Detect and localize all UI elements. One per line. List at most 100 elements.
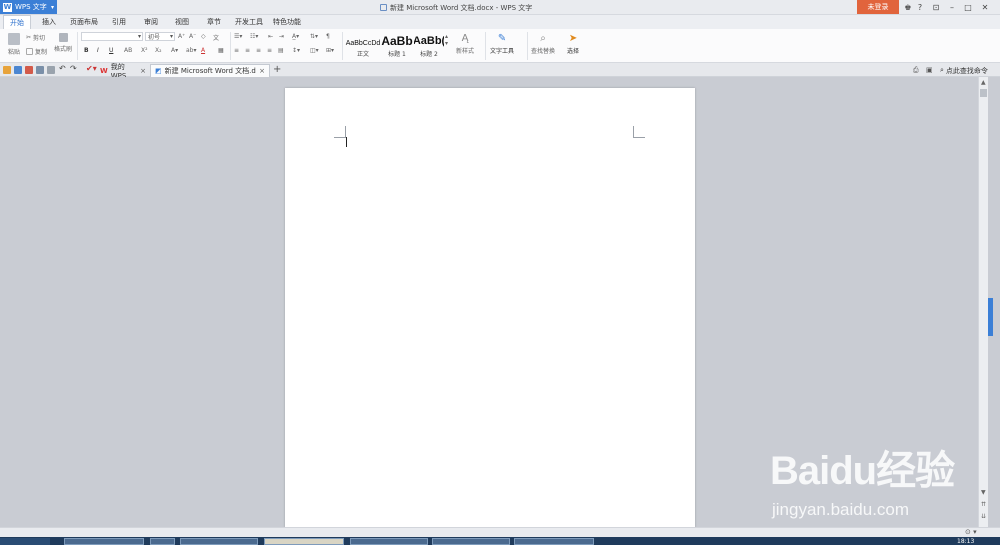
tab-document[interactable]: ◩ 新建 Microsoft Word 文档.docx × <box>150 64 270 77</box>
font-size-select[interactable]: 初号 ▾ <box>145 32 175 41</box>
tab-my-wps[interactable]: W 我的WPS × <box>96 63 150 80</box>
undo-icon[interactable]: ↶ <box>59 64 67 73</box>
margin-corner-top-right <box>633 126 645 138</box>
start-button[interactable] <box>0 538 50 545</box>
scissors-icon: ✂ <box>26 34 32 41</box>
decrease-indent-icon[interactable]: ⇤ <box>268 33 273 40</box>
side-panel-toggle[interactable] <box>988 298 993 336</box>
close-icon[interactable]: × <box>140 67 146 75</box>
strikethrough-button[interactable]: AB <box>124 47 132 54</box>
char-border-icon[interactable]: ▦ <box>218 47 224 54</box>
taskbar-item[interactable] <box>514 538 594 545</box>
wps-logo-icon: W <box>100 66 108 75</box>
bullet-list-icon[interactable]: ☰▾ <box>234 33 242 40</box>
vertical-scrollbar[interactable]: ▲ ▼ ⇈ ⇊ <box>978 77 988 527</box>
app-name: WPS 文字 <box>15 3 47 11</box>
highlight-icon[interactable]: ab▾ <box>186 47 197 54</box>
taskbar-item[interactable] <box>64 538 144 545</box>
align-right-icon[interactable]: ≡ <box>256 47 261 54</box>
paste-button[interactable]: 粘贴 <box>6 33 22 56</box>
font-name-select[interactable]: ▾ <box>81 32 143 41</box>
copy-icon <box>26 48 33 55</box>
scroll-up-icon[interactable]: ▲ <box>981 79 986 86</box>
chevron-down-icon: ▾ <box>137 33 141 40</box>
login-button[interactable]: 未登录 <box>857 0 899 14</box>
clear-format-icon[interactable]: ◇ <box>201 33 206 40</box>
new-style-button[interactable]: Ą 新样式 <box>456 33 474 55</box>
underline-button[interactable]: U <box>109 47 113 54</box>
superscript-button[interactable]: X² <box>141 47 148 54</box>
scroll-down-icon[interactable]: ▼ <box>981 489 986 496</box>
next-page-icon[interactable]: ⇊ <box>981 513 986 520</box>
phonetic-icon[interactable]: 文 <box>213 33 219 42</box>
style-heading-1[interactable]: AaBb 标题 1 <box>381 32 413 58</box>
tab-developer[interactable]: 开发工具 <box>232 15 266 29</box>
close-icon[interactable]: × <box>259 67 265 75</box>
format-painter-button[interactable]: 格式刷 <box>54 33 72 53</box>
tab-review[interactable]: 审阅 <box>138 15 164 29</box>
align-left-icon[interactable]: ≡ <box>234 47 239 54</box>
text-effect-icon[interactable]: A▾ <box>171 47 178 54</box>
tab-special[interactable]: 特色功能 <box>270 15 304 29</box>
increase-indent-icon[interactable]: ⇥ <box>279 33 284 40</box>
taskbar-item[interactable] <box>150 538 175 545</box>
shading-icon[interactable]: ◫▾ <box>310 47 319 54</box>
save-icon[interactable] <box>14 66 22 74</box>
redo-icon[interactable]: ↷ <box>70 64 78 73</box>
app-menu-button[interactable]: W WPS 文字 ▾ <box>0 0 57 14</box>
subscript-button[interactable]: X₂ <box>155 47 162 54</box>
tab-chapter[interactable]: 章节 <box>201 15 227 29</box>
taskbar-item[interactable] <box>180 538 258 545</box>
numbered-list-icon[interactable]: ☷▾ <box>250 33 258 40</box>
open-icon[interactable] <box>3 66 11 74</box>
location-icon[interactable]: ⊙ ▾ <box>965 528 977 536</box>
sort-icon[interactable]: ⇅▾ <box>310 33 318 40</box>
doc-info-icon[interactable]: ⎙ <box>913 66 919 75</box>
select-button[interactable]: ➤ 选择 <box>567 33 579 55</box>
restore-ribbon-icon[interactable]: ⊡ <box>929 1 943 13</box>
taskbar-item[interactable] <box>350 538 428 545</box>
tab-view[interactable]: 视图 <box>169 15 195 29</box>
baidu-watermark: Baidu经验 jingyan.baidu.com <box>770 438 970 528</box>
text-tools-button[interactable]: ✎ 文字工具 <box>490 33 514 55</box>
scroll-thumb[interactable] <box>980 89 987 97</box>
taskbar-item-active[interactable] <box>264 538 344 545</box>
tab-page-layout[interactable]: 页面布局 <box>67 15 101 29</box>
tab-references[interactable]: 引用 <box>106 15 132 29</box>
font-color-button[interactable]: A <box>201 47 205 54</box>
find-replace-button[interactable]: ⌕ 查找替换 <box>531 33 555 55</box>
border-icon[interactable]: ⊞▾ <box>326 47 334 54</box>
grow-font-button[interactable]: A⁺ <box>178 33 185 40</box>
style-heading-2[interactable]: AaBb( 标题 2 <box>414 32 444 59</box>
print-icon[interactable] <box>36 66 44 74</box>
minimize-button[interactable]: – <box>945 1 959 13</box>
style-gallery-scroll[interactable]: ▴ ▾ <box>445 33 448 47</box>
italic-button[interactable]: I <box>97 47 99 54</box>
close-button[interactable]: ✕ <box>978 1 992 13</box>
line-spacing-icon[interactable]: ↕▾ <box>292 47 300 54</box>
tab-insert[interactable]: 插入 <box>36 15 62 29</box>
bold-button[interactable]: B <box>84 47 89 54</box>
maximize-button[interactable]: □ <box>961 1 975 13</box>
customize-icon[interactable]: ✔▾ <box>86 64 97 73</box>
taskbar-item[interactable] <box>432 538 510 545</box>
help-icon[interactable]: ? <box>913 1 927 13</box>
prev-page-icon[interactable]: ⇈ <box>981 501 986 508</box>
copy-button[interactable]: 复制 <box>26 47 47 56</box>
shrink-font-button[interactable]: A⁻ <box>189 33 196 40</box>
document-page[interactable] <box>285 88 695 528</box>
cut-button[interactable]: ✂ 剪切 <box>26 33 45 42</box>
command-search[interactable]: ⌕ 点此查找命令 <box>940 66 988 76</box>
export-pdf-icon[interactable] <box>25 66 33 74</box>
comment-icon[interactable]: ▣ <box>926 66 933 74</box>
justify-icon[interactable]: ≡ <box>267 47 272 54</box>
show-marks-icon[interactable]: ¶ <box>326 33 330 40</box>
print-preview-icon[interactable] <box>47 66 55 74</box>
distributed-icon[interactable]: ▤ <box>278 47 284 54</box>
taskbar-clock: 18:13 <box>957 538 975 545</box>
text-direction-icon[interactable]: A̲▾ <box>292 33 299 40</box>
style-normal[interactable]: AaBbCcDd 正文 <box>346 32 381 58</box>
tab-home[interactable]: 开始 <box>3 15 31 29</box>
new-tab-button[interactable]: + <box>273 64 281 75</box>
align-center-icon[interactable]: ≡ <box>245 47 250 54</box>
